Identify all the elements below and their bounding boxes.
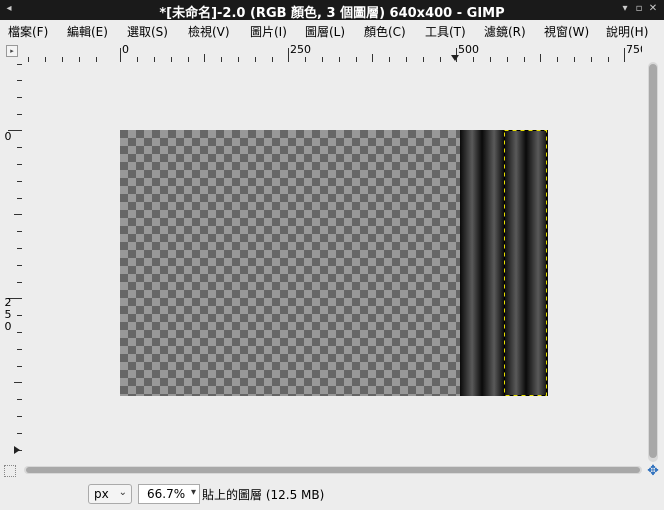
menu-edit[interactable]: 編輯(E) (67, 23, 108, 40)
zoom-value: 66.7% (147, 487, 186, 501)
zoom-combo[interactable]: 66.7% ▾ (138, 484, 200, 504)
image-canvas-area[interactable] (22, 62, 642, 462)
gradient-strip (504, 130, 526, 396)
quick-mask-icon[interactable] (4, 465, 16, 477)
vruler-ticks (8, 64, 22, 451)
gradient-strip (460, 130, 482, 396)
menu-help[interactable]: 說明(H) (606, 23, 648, 40)
close-icon[interactable]: ✕ (648, 3, 658, 15)
horizontal-scrollbar[interactable] (24, 466, 642, 474)
menu-select[interactable]: 選取(S) (127, 23, 168, 40)
title-bar: ◂ *[未命名]-2.0 (RGB 顏色, 3 個圖層) 640x400 - G… (0, 0, 664, 21)
horizontal-scroll-thumb[interactable] (26, 467, 640, 473)
menu-bar: 檔案(F) 編輯(E) 選取(S) 檢視(V) 圖片(I) 圖層(L) 顏色(C… (0, 20, 664, 42)
hruler-label: 500 (458, 43, 479, 56)
vertical-ruler[interactable] (0, 62, 23, 462)
hruler-label: 750 (626, 43, 642, 56)
gradient-strip (482, 130, 504, 396)
menu-windows[interactable]: 視窗(W) (544, 23, 589, 40)
menu-tools[interactable]: 工具(T) (425, 23, 466, 40)
menu-file[interactable]: 檔案(F) (8, 23, 48, 40)
maximize-icon[interactable]: ▫ (634, 3, 644, 15)
horizontal-ruler[interactable]: 0 250 500 750 (22, 42, 642, 63)
hruler-label: 250 (290, 43, 311, 56)
unit-value: px (94, 487, 109, 501)
vruler-label: 0 (4, 130, 12, 143)
menu-layer[interactable]: 圖層(L) (305, 23, 345, 40)
vertical-scrollbar[interactable] (648, 62, 658, 462)
unit-select[interactable]: px ⌄ (88, 484, 132, 504)
chevron-down-icon[interactable]: ▾ (191, 487, 196, 498)
chevron-down-icon: ⌄ (118, 487, 127, 498)
vruler-label: 2 (4, 296, 12, 309)
vruler-label: 0 (4, 320, 12, 333)
hruler-ticks (28, 48, 625, 62)
vertical-scroll-thumb[interactable] (649, 64, 657, 458)
window-title: *[未命名]-2.0 (RGB 顏色, 3 個圖層) 640x400 - GIM… (159, 6, 505, 21)
menu-colors[interactable]: 顏色(C) (364, 23, 406, 40)
image-canvas[interactable] (22, 62, 642, 462)
menu-arrow-icon: ▸ (10, 47, 14, 55)
gradient-strip (526, 130, 548, 396)
menu-image[interactable]: 圖片(I) (250, 23, 287, 40)
minimize-icon[interactable]: ▾ (620, 3, 630, 15)
image-menu-button[interactable]: ▸ (6, 45, 18, 57)
hruler-label: 0 (122, 43, 129, 56)
vruler-label: 5 (4, 308, 12, 321)
pointer-position-marker (14, 446, 20, 454)
navigate-icon[interactable]: ✥ (646, 464, 660, 478)
menu-filters[interactable]: 濾鏡(R) (484, 23, 526, 40)
pointer-position-marker (451, 55, 459, 61)
status-message: 貼上的圖層 (12.5 MB) (202, 488, 325, 502)
menu-view[interactable]: 檢視(V) (188, 23, 230, 40)
